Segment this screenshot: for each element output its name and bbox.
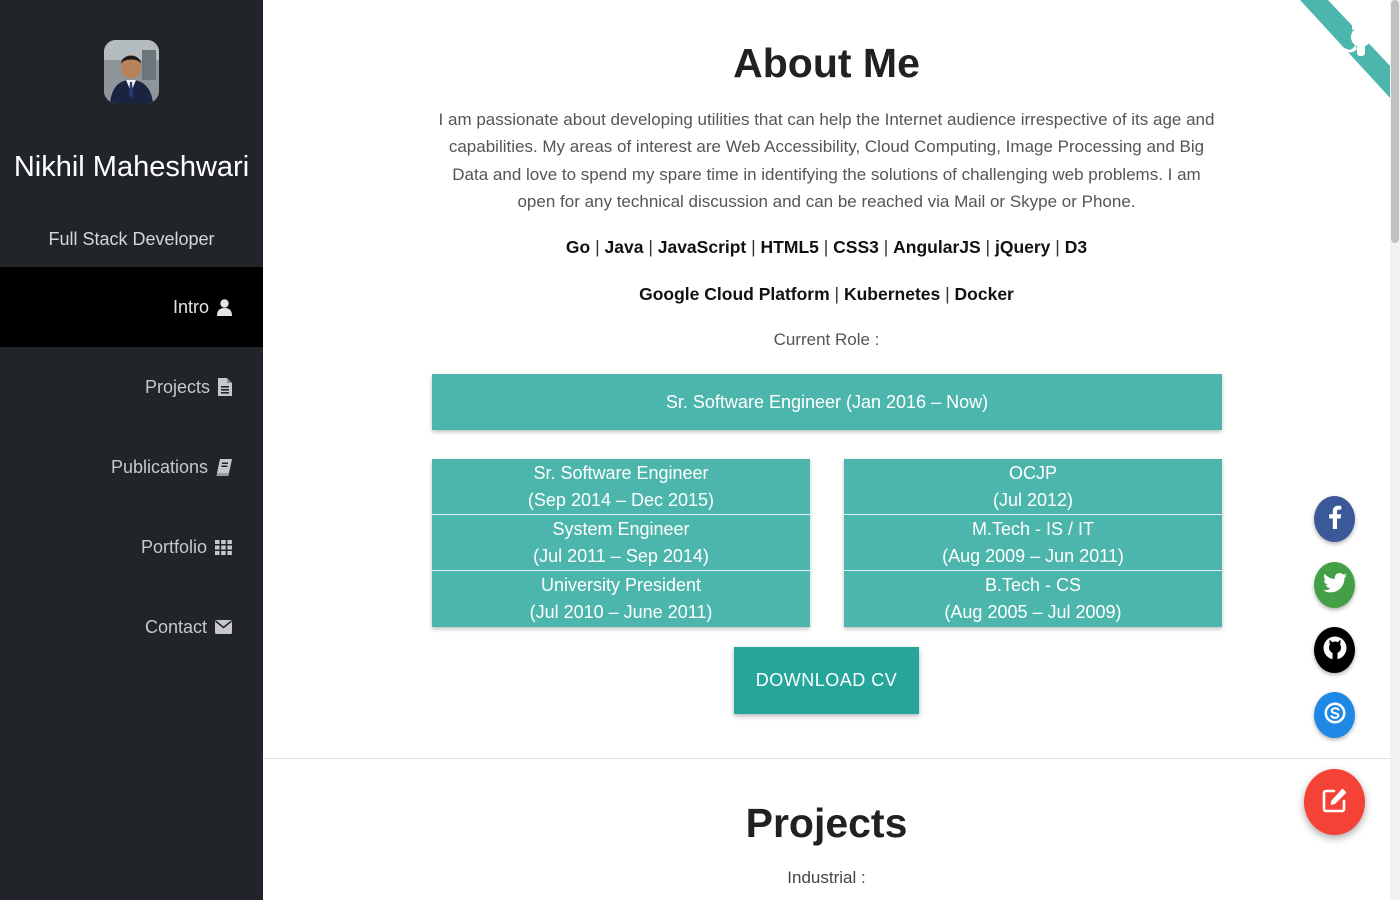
education-title: OCJP bbox=[1008, 462, 1057, 483]
skill: JavaScript bbox=[657, 237, 747, 257]
skill: Kubernetes bbox=[843, 284, 941, 304]
skill-separator: | bbox=[1050, 237, 1065, 257]
skill-separator: | bbox=[940, 284, 955, 304]
github-button[interactable] bbox=[1314, 627, 1355, 673]
experience-title: University President bbox=[540, 575, 702, 595]
industrial-label: Industrial : bbox=[787, 868, 866, 887]
education-item: M.Tech - IS / IT (Aug 2009 – Jun 2011) bbox=[844, 515, 1222, 571]
experience-period: (Jul 2011 – Sep 2014) bbox=[533, 545, 709, 566]
profile-role: Full Stack Developer bbox=[48, 229, 215, 249]
skype-icon bbox=[1323, 701, 1347, 730]
twitter-button[interactable] bbox=[1314, 562, 1355, 608]
projects-title: Projects bbox=[745, 800, 908, 846]
experience-item: System Engineer (Jul 2011 – Sep 2014) bbox=[432, 515, 810, 571]
experience-card: Sr. Software Engineer (Sep 2014 – Dec 20… bbox=[432, 459, 810, 627]
skill: CSS3 bbox=[833, 237, 879, 257]
current-role-card: Sr. Software Engineer (Jan 2016 – Now) bbox=[432, 374, 1222, 430]
skill: HTML5 bbox=[760, 237, 819, 257]
sidebar-item-projects[interactable]: Projects bbox=[0, 347, 263, 427]
education-item: OCJP (Jul 2012) bbox=[844, 459, 1222, 515]
edit-fab-button[interactable] bbox=[1304, 769, 1365, 835]
skill: Docker bbox=[954, 284, 1014, 304]
skill-separator: | bbox=[643, 237, 658, 257]
about-title: About Me bbox=[733, 40, 920, 86]
sidebar-item-label: Contact bbox=[144, 616, 207, 637]
grid-icon bbox=[215, 539, 232, 555]
experience-period: (Jul 2010 – June 2011) bbox=[529, 602, 713, 622]
education-period: (Aug 2005 – Jul 2009) bbox=[944, 602, 1122, 622]
scrollbar[interactable] bbox=[1390, 0, 1400, 900]
about-text: I am passionate about developing utiliti… bbox=[438, 110, 1215, 212]
skill-separator: | bbox=[980, 237, 995, 257]
sidebar-item-label: Intro bbox=[172, 296, 209, 317]
profile-name: Nikhil Maheshwari bbox=[13, 151, 250, 183]
envelope-icon bbox=[215, 620, 232, 634]
skill: Java bbox=[604, 237, 644, 257]
facebook-button[interactable] bbox=[1314, 496, 1355, 542]
book-icon bbox=[216, 458, 232, 476]
skill-separator: | bbox=[878, 237, 894, 257]
github-corner[interactable] bbox=[1300, 0, 1392, 100]
experience-title: System Engineer bbox=[552, 518, 690, 539]
sidebar-item-label: Projects bbox=[144, 376, 210, 397]
skype-button[interactable] bbox=[1314, 692, 1355, 738]
education-title: M.Tech - IS / IT bbox=[971, 518, 1095, 539]
education-title: B.Tech - CS bbox=[984, 575, 1082, 595]
user-icon bbox=[217, 298, 232, 316]
experience-period: (Sep 2014 – Dec 2015) bbox=[527, 489, 715, 510]
skill: D3 bbox=[1064, 237, 1088, 257]
experience-item: Sr. Software Engineer (Sep 2014 – Dec 20… bbox=[432, 459, 810, 515]
skill-separator: | bbox=[746, 237, 761, 257]
sidebar-item-portfolio[interactable]: Portfolio bbox=[0, 507, 263, 587]
scrollbar-thumb[interactable] bbox=[1391, 0, 1399, 243]
sidebar-item-label: Portfolio bbox=[140, 536, 207, 557]
download-cv-button[interactable]: DOWNLOAD CV bbox=[734, 647, 919, 714]
twitter-icon bbox=[1322, 572, 1347, 598]
sidebar-item-label: Publications bbox=[110, 456, 208, 477]
skill-separator: | bbox=[590, 237, 605, 257]
skill: Go bbox=[565, 237, 591, 257]
facebook-icon bbox=[1328, 505, 1342, 534]
skill: jQuery bbox=[994, 237, 1051, 257]
avatar bbox=[104, 40, 159, 103]
education-card: OCJP (Jul 2012) M.Tech - IS / IT (Aug 20… bbox=[844, 459, 1222, 627]
skill-separator: | bbox=[829, 284, 844, 304]
sidebar-item-intro[interactable]: Intro bbox=[0, 267, 263, 347]
sidebar-item-publications[interactable]: Publications bbox=[0, 427, 263, 507]
sidebar: Nikhil Maheshwari Full Stack Developer I… bbox=[0, 0, 263, 900]
skills-line-1: Go | Java | JavaScript | HTML5 | CSS3 | … bbox=[263, 237, 1390, 258]
education-period: (Jul 2012) bbox=[992, 489, 1074, 510]
education-period: (Aug 2009 – Jun 2011) bbox=[942, 545, 1124, 566]
experience-title: Sr. Software Engineer bbox=[533, 462, 709, 483]
edit-icon bbox=[1320, 785, 1350, 820]
skill-separator: | bbox=[818, 237, 834, 257]
file-icon bbox=[218, 378, 232, 396]
current-role-label: Current Role : bbox=[773, 330, 880, 349]
section-divider bbox=[263, 758, 1390, 759]
experience-item: University President (Jul 2010 – June 20… bbox=[432, 571, 810, 627]
skills-line-2: Google Cloud Platform | Kubernetes | Doc… bbox=[263, 284, 1390, 305]
github-icon bbox=[1323, 636, 1347, 665]
skill: AngularJS bbox=[893, 237, 981, 257]
education-item: B.Tech - CS (Aug 2005 – Jul 2009) bbox=[844, 571, 1222, 627]
main-content: About Me I am passionate about developin… bbox=[263, 0, 1390, 900]
skill: Google Cloud Platform bbox=[639, 284, 830, 304]
sidebar-nav: Intro Projects Publications Portfolio Co… bbox=[0, 267, 263, 667]
sidebar-item-contact[interactable]: Contact bbox=[0, 587, 263, 667]
